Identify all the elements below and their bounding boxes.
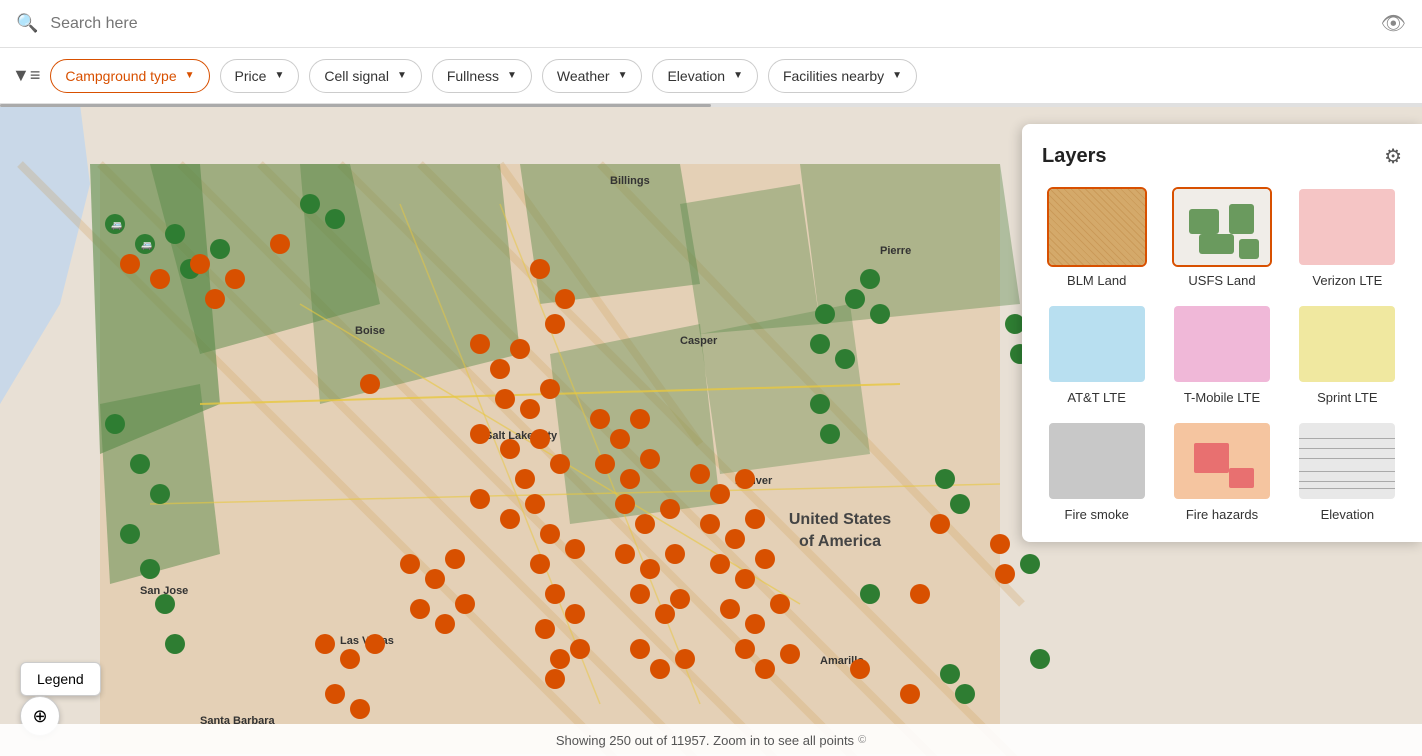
layer-blm-thumb bbox=[1047, 187, 1147, 267]
status-bar: Showing 250 out of 11957. Zoom in to see… bbox=[0, 724, 1422, 756]
layer-blm-land[interactable]: BLM Land bbox=[1042, 187, 1151, 288]
copyright-text: © bbox=[858, 734, 866, 746]
svg-text:Pierre: Pierre bbox=[880, 245, 911, 257]
search-icon: 🔍 bbox=[16, 13, 38, 34]
svg-text:🚐: 🚐 bbox=[111, 220, 122, 230]
layer-verizon-thumb bbox=[1297, 187, 1397, 267]
layer-verizon-label: Verizon LTE bbox=[1312, 273, 1382, 288]
weather-chevron: ▼ bbox=[618, 70, 628, 81]
layer-blm-label: BLM Land bbox=[1067, 273, 1126, 288]
campground-type-label: Campground type bbox=[65, 68, 176, 84]
layer-elevation-thumb bbox=[1297, 421, 1397, 501]
layer-fire-smoke[interactable]: Fire smoke bbox=[1042, 421, 1151, 522]
scroll-indicator bbox=[0, 104, 1422, 107]
campground-type-chevron: ▼ bbox=[185, 70, 195, 81]
status-text: Showing 250 out of 11957. Zoom in to see… bbox=[556, 733, 854, 748]
facilities-nearby-chevron: ▼ bbox=[892, 70, 902, 81]
filter-weather[interactable]: Weather ▼ bbox=[542, 59, 643, 93]
filter-fullness[interactable]: Fullness ▼ bbox=[432, 59, 532, 93]
svg-text:Boise: Boise bbox=[355, 325, 385, 337]
filter-campground-type[interactable]: Campground type ▼ bbox=[50, 59, 209, 93]
svg-text:of America: of America bbox=[799, 533, 881, 550]
price-chevron: ▼ bbox=[274, 70, 284, 81]
filter-elevation[interactable]: Elevation ▼ bbox=[652, 59, 758, 93]
cell-signal-chevron: ▼ bbox=[397, 70, 407, 81]
layer-firesmoke-thumb bbox=[1047, 421, 1147, 501]
layer-firehazards-thumb bbox=[1172, 421, 1272, 501]
legend-button[interactable]: Legend bbox=[20, 662, 101, 696]
svg-text:United States: United States bbox=[789, 511, 891, 528]
layer-usfs-label: USFS Land bbox=[1188, 273, 1255, 288]
layer-usfs-thumb bbox=[1172, 187, 1272, 267]
svg-text:Billings: Billings bbox=[610, 175, 650, 187]
price-label: Price bbox=[235, 68, 267, 84]
layers-gear-icon[interactable]: ⚙ bbox=[1384, 144, 1402, 169]
filter-facilities-nearby[interactable]: Facilities nearby ▼ bbox=[768, 59, 917, 93]
layer-sprint-thumb bbox=[1297, 304, 1397, 384]
layer-elevation-label: Elevation bbox=[1321, 507, 1374, 522]
search-bar: 🔍 👁 bbox=[0, 0, 1422, 48]
layer-att-thumb bbox=[1047, 304, 1147, 384]
layer-usfs-land[interactable]: USFS Land bbox=[1167, 187, 1276, 288]
svg-text:Casper: Casper bbox=[680, 335, 718, 347]
filter-price[interactable]: Price ▼ bbox=[220, 59, 300, 93]
layers-grid: BLM Land USFS Land bbox=[1042, 187, 1402, 522]
weather-label: Weather bbox=[557, 68, 610, 84]
fullness-chevron: ▼ bbox=[507, 70, 517, 81]
svg-text:🚐: 🚐 bbox=[141, 240, 152, 250]
map-container[interactable]: Billings Pierre Boise Casper Salt Lake C… bbox=[0, 104, 1422, 756]
layer-tmobile[interactable]: T-Mobile LTE bbox=[1167, 304, 1276, 405]
layer-sprint[interactable]: Sprint LTE bbox=[1293, 304, 1402, 405]
layer-att[interactable]: AT&T LTE bbox=[1042, 304, 1151, 405]
layer-att-label: AT&T LTE bbox=[1067, 390, 1126, 405]
elevation-label: Elevation bbox=[667, 68, 725, 84]
layer-firehazards-label: Fire hazards bbox=[1186, 507, 1258, 522]
layer-elevation[interactable]: Elevation bbox=[1293, 421, 1402, 522]
layers-title: Layers bbox=[1042, 145, 1107, 168]
layer-tmobile-thumb bbox=[1172, 304, 1272, 384]
filter-cell-signal[interactable]: Cell signal ▼ bbox=[309, 59, 422, 93]
layer-firesmoke-label: Fire smoke bbox=[1065, 507, 1129, 522]
cell-signal-label: Cell signal bbox=[324, 68, 389, 84]
filter-icon[interactable]: ▼≡ bbox=[12, 65, 40, 86]
layer-fire-hazards[interactable]: Fire hazards bbox=[1167, 421, 1276, 522]
facilities-nearby-label: Facilities nearby bbox=[783, 68, 884, 84]
eye-icon[interactable]: 👁 bbox=[1381, 11, 1406, 36]
filter-bar: ▼≡ Campground type ▼ Price ▼ Cell signal… bbox=[0, 48, 1422, 104]
layers-panel: Layers ⚙ BLM Land bbox=[1022, 124, 1422, 542]
scroll-thumb bbox=[0, 104, 711, 107]
layer-verizon[interactable]: Verizon LTE bbox=[1293, 187, 1402, 288]
elevation-chevron: ▼ bbox=[733, 70, 743, 81]
layers-header: Layers ⚙ bbox=[1042, 144, 1402, 169]
layer-sprint-label: Sprint LTE bbox=[1317, 390, 1377, 405]
layer-tmobile-label: T-Mobile LTE bbox=[1184, 390, 1260, 405]
search-input[interactable] bbox=[50, 15, 1368, 33]
fullness-label: Fullness bbox=[447, 68, 499, 84]
